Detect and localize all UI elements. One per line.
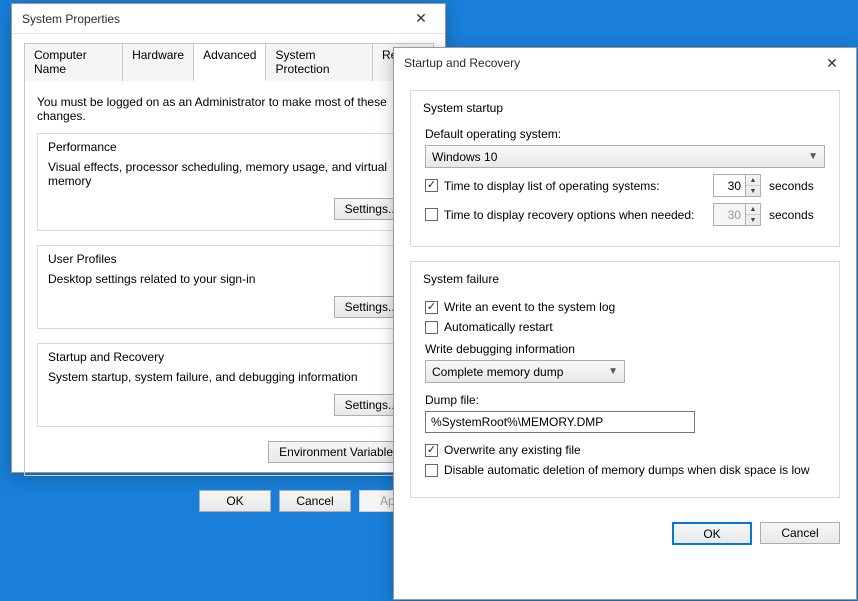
default-os-value: Windows 10 (432, 150, 497, 164)
spinner-down-icon[interactable]: ▼ (746, 215, 760, 225)
time-list-input[interactable] (713, 174, 745, 197)
startup-recovery-dialog: Startup and Recovery ✕ System startup De… (393, 47, 857, 600)
system-startup-legend: System startup (419, 101, 507, 115)
write-event-checkbox[interactable] (425, 301, 438, 314)
ok-button[interactable]: OK (199, 490, 271, 512)
tab-hardware[interactable]: Hardware (122, 43, 194, 81)
write-event-label: Write an event to the system log (444, 300, 615, 314)
auto-restart-label: Automatically restart (444, 320, 553, 334)
tab-body: You must be logged on as an Administrato… (24, 81, 433, 476)
time-list-spinner[interactable]: ▲ ▼ (713, 174, 761, 197)
seconds-label: seconds (769, 208, 825, 222)
time-recovery-input[interactable] (713, 203, 745, 226)
overwrite-checkbox[interactable] (425, 444, 438, 457)
cancel-button[interactable]: Cancel (760, 522, 840, 544)
window-title: System Properties (22, 12, 401, 26)
time-recovery-label: Time to display recovery options when ne… (444, 208, 694, 222)
dumpfile-label: Dump file: (425, 393, 825, 407)
close-icon[interactable]: ✕ (812, 51, 852, 75)
system-properties-window: System Properties ✕ Computer Name Hardwa… (11, 3, 446, 473)
default-os-combo[interactable]: Windows 10 ▼ (425, 145, 825, 168)
tab-area: Computer Name Hardware Advanced System P… (12, 34, 445, 484)
group-user-profiles-legend: User Profiles (44, 252, 121, 266)
chevron-down-icon: ▼ (808, 151, 818, 162)
time-recovery-spinner[interactable]: ▲ ▼ (713, 203, 761, 226)
system-failure-legend: System failure (419, 272, 503, 286)
intro-text: You must be logged on as an Administrato… (37, 95, 420, 123)
default-os-label: Default operating system: (425, 127, 825, 141)
group-performance-legend: Performance (44, 140, 121, 154)
fieldset-system-startup: System startup Default operating system:… (410, 90, 840, 247)
dialog-buttons: OK Cancel Apply (12, 484, 445, 522)
titlebar: System Properties ✕ (12, 4, 445, 34)
window-title: Startup and Recovery (404, 56, 812, 70)
fieldset-system-failure: System failure Write an event to the sys… (410, 261, 840, 498)
spinner-up-icon[interactable]: ▲ (746, 204, 760, 215)
overwrite-label: Overwrite any existing file (444, 443, 581, 457)
group-performance-desc: Visual effects, processor scheduling, me… (48, 160, 409, 188)
cancel-button[interactable]: Cancel (279, 490, 351, 512)
debuginfo-label: Write debugging information (425, 342, 825, 356)
time-list-label: Time to display list of operating system… (444, 179, 660, 193)
disable-delete-checkbox[interactable] (425, 464, 438, 477)
group-startup-recovery-desc: System startup, system failure, and debu… (48, 370, 409, 384)
auto-restart-checkbox[interactable] (425, 321, 438, 334)
debuginfo-value: Complete memory dump (432, 365, 563, 379)
group-user-profiles: User Profiles Desktop settings related t… (37, 245, 420, 329)
tab-computer-name[interactable]: Computer Name (24, 43, 123, 81)
chevron-down-icon: ▼ (608, 366, 618, 377)
ok-button[interactable]: OK (672, 522, 752, 545)
group-performance: Performance Visual effects, processor sc… (37, 133, 420, 231)
titlebar: Startup and Recovery ✕ (394, 48, 856, 78)
close-icon[interactable]: ✕ (401, 7, 441, 31)
tab-strip: Computer Name Hardware Advanced System P… (24, 42, 433, 81)
time-list-checkbox[interactable] (425, 179, 438, 192)
seconds-label: seconds (769, 179, 825, 193)
disable-delete-label: Disable automatic deletion of memory dum… (444, 463, 810, 477)
spinner-up-icon[interactable]: ▲ (746, 175, 760, 186)
time-recovery-checkbox[interactable] (425, 208, 438, 221)
group-startup-recovery-legend: Startup and Recovery (44, 350, 168, 364)
group-user-profiles-desc: Desktop settings related to your sign-in (48, 272, 409, 286)
dumpfile-input[interactable] (425, 411, 695, 433)
spinner-down-icon[interactable]: ▼ (746, 186, 760, 196)
debuginfo-combo[interactable]: Complete memory dump ▼ (425, 360, 625, 383)
tab-system-protection[interactable]: System Protection (265, 43, 372, 81)
tab-advanced[interactable]: Advanced (193, 43, 266, 81)
dialog-buttons: OK Cancel (394, 522, 856, 557)
group-startup-recovery: Startup and Recovery System startup, sys… (37, 343, 420, 427)
